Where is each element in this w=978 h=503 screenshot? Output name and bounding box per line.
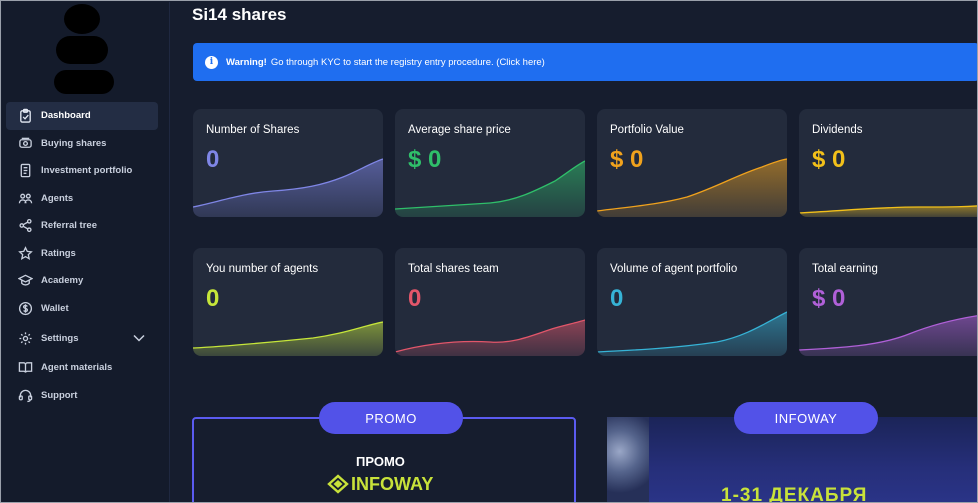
sparkline-area	[597, 312, 787, 356]
sidebar-item-label: Agent materials	[41, 362, 113, 374]
sidebar-item-label: Investment portfolio	[41, 165, 133, 177]
stat-label: Total earning	[812, 263, 878, 275]
sidebar-item-settings[interactable]: Settings	[6, 322, 158, 354]
kyc-warning-banner[interactable]: i Warning! Go through KYC to start the r…	[193, 43, 977, 81]
christmas-tree-image	[607, 417, 649, 502]
sparkline-area	[193, 322, 383, 356]
sidebar-item-agent-materials[interactable]: Agent materials	[6, 354, 158, 382]
stat-label: Average share price	[408, 124, 511, 136]
app-window: Dashboard Buying shares Investment portf…	[0, 0, 978, 503]
infoway-button[interactable]: INFOWAY	[734, 402, 878, 434]
cart-icon	[16, 134, 34, 152]
headset-icon	[16, 386, 34, 404]
promo-button[interactable]: PROMO	[319, 402, 463, 434]
sidebar-item-label: Wallet	[41, 302, 69, 314]
stat-card: Average share price $ 0	[395, 109, 585, 217]
stat-sparkline	[193, 158, 383, 217]
book-icon	[16, 359, 34, 377]
gear-icon	[16, 329, 34, 347]
sparkline-area	[395, 320, 585, 356]
infoway-caption: 1-31 ДЕКАБРЯ	[721, 485, 868, 503]
warning-text[interactable]: Go through KYC to start the registry ent…	[271, 57, 545, 68]
chevron-down-icon[interactable]	[132, 331, 146, 345]
sparkline-area	[395, 161, 585, 217]
sidebar-item-dashboard[interactable]: Dashboard	[6, 102, 158, 130]
dollar-icon	[16, 299, 34, 317]
sidebar-item-wallet[interactable]: Wallet	[6, 295, 158, 323]
sidebar-item-academy[interactable]: Academy	[6, 267, 158, 295]
sidebar: Dashboard Buying shares Investment portf…	[2, 2, 170, 502]
sidebar-item-referral-tree[interactable]: Referral tree	[6, 212, 158, 240]
page-title: Si14 shares	[192, 5, 287, 24]
sidebar-item-label: Settings	[41, 332, 79, 344]
stat-label: Dividends	[812, 124, 863, 136]
stat-card: Total shares team 0	[395, 248, 585, 356]
stat-label: Number of Shares	[206, 124, 300, 136]
stat-sparkline	[597, 158, 787, 217]
sidebar-item-label: Referral tree	[41, 220, 97, 232]
stat-sparkline	[799, 315, 977, 356]
sidebar-item-agents[interactable]: Agents	[6, 185, 158, 213]
stat-label: Total shares team	[408, 263, 499, 275]
sidebar-item-label: Agents	[41, 192, 74, 204]
sidebar-item-investment-portfolio[interactable]: Investment portfolio	[6, 157, 158, 185]
stat-sparkline	[597, 311, 787, 356]
info-icon: i	[205, 55, 218, 69]
stat-label: You number of agents	[206, 263, 319, 275]
stat-sparkline	[395, 319, 585, 356]
sidebar-item-buying-shares[interactable]: Buying shares	[6, 130, 158, 158]
infoway-logo-mark	[327, 474, 349, 494]
sidebar-item-ratings[interactable]: Ratings	[6, 240, 158, 268]
share-icon	[16, 217, 34, 235]
infoway-logo: INFOWAY	[327, 473, 433, 495]
stat-card: Total earning $ 0	[799, 248, 977, 356]
sidebar-item-label: Buying shares	[41, 137, 107, 149]
stat-card: Dividends $ 0	[799, 109, 977, 217]
sidebar-item-label: Academy	[41, 275, 84, 287]
users-icon	[16, 189, 34, 207]
sidebar-item-support[interactable]: Support	[6, 382, 158, 410]
sidebar-item-label: Ratings	[41, 247, 76, 259]
star-icon	[16, 244, 34, 262]
main-content: Si14 shares i Warning! Go through KYC to…	[171, 2, 977, 502]
stat-sparkline	[395, 160, 585, 217]
stat-label: Portfolio Value	[610, 124, 684, 136]
stat-sparkline	[799, 205, 977, 217]
warning-label: Warning!	[226, 56, 267, 68]
promo-heading: ПРОМО	[356, 454, 405, 469]
clipboard-icon	[16, 107, 34, 125]
stat-card: You number of agents 0	[193, 248, 383, 356]
stat-card: Number of Shares 0	[193, 109, 383, 217]
stat-sparkline	[193, 321, 383, 356]
sidebar-nav: Dashboard Buying shares Investment portf…	[6, 102, 158, 409]
sidebar-item-label: Support	[41, 389, 78, 401]
stat-card: Portfolio Value $ 0	[597, 109, 787, 217]
avatar[interactable]	[54, 4, 116, 96]
graduation-cap-icon	[16, 272, 34, 290]
infoway-logo-text: INFOWAY	[351, 473, 434, 494]
stat-label: Volume of agent portfolio	[610, 263, 738, 275]
sidebar-item-label: Dashboard	[41, 110, 91, 122]
stat-card: Volume of agent portfolio 0	[597, 248, 787, 356]
document-icon	[16, 162, 34, 180]
sparkline-area	[193, 159, 383, 217]
